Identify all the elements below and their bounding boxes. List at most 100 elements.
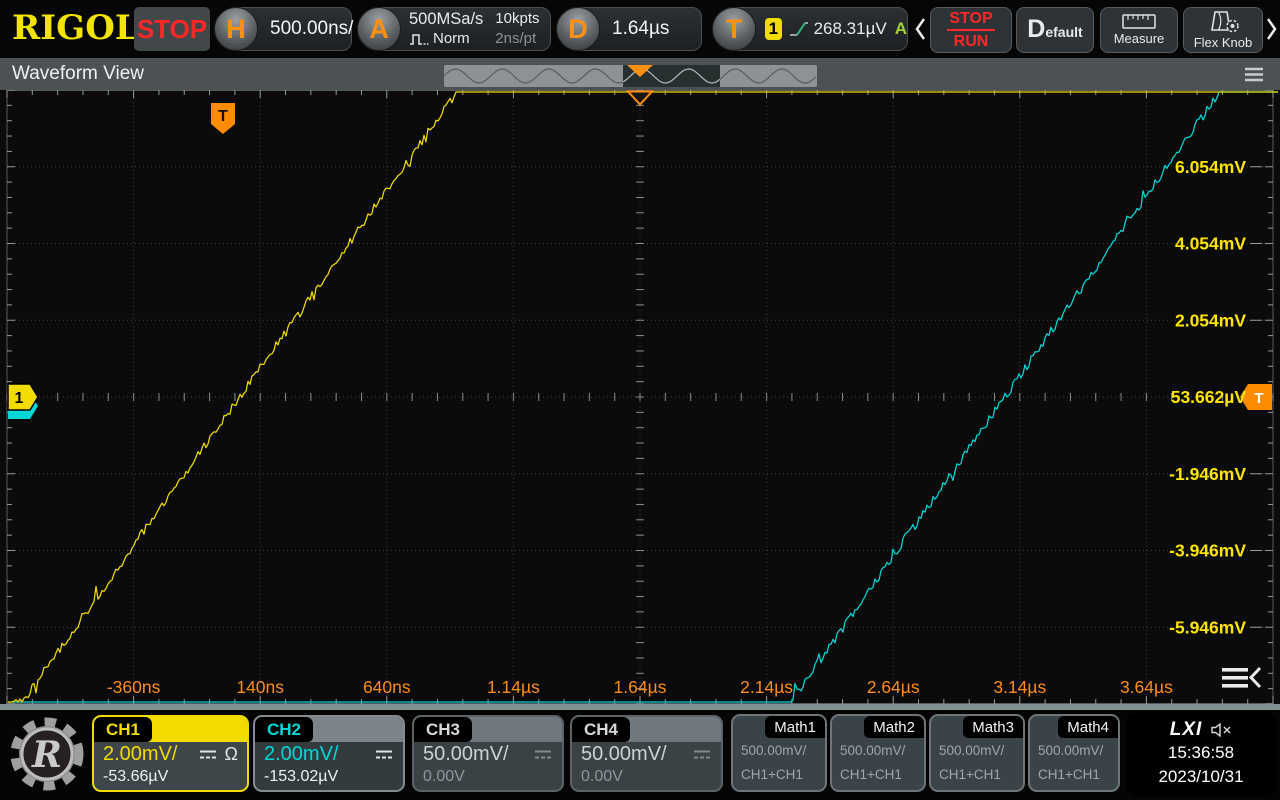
channel-card-ch1[interactable]: CH1 2.00mV/ Ω -53.66µV [92, 715, 249, 792]
math3-scale-value: 500.00mV/ [939, 739, 1015, 763]
channel-card-ch4[interactable]: CH4 50.00mV/ 0.00V [570, 715, 723, 792]
horizontal-scale-pill[interactable]: H 500.00ns/ [214, 7, 352, 51]
ch3-offset-value: 0.00V [423, 768, 553, 786]
horizontal-delay-pill[interactable]: D 1.64µs [556, 7, 702, 51]
math4-tab[interactable]: Math4 [1058, 716, 1118, 738]
svg-text:1.14µs: 1.14µs [487, 677, 540, 697]
acquire-key-icon[interactable]: A [357, 7, 401, 51]
svg-text:T: T [1254, 390, 1263, 407]
waveform-plot-area[interactable]: T 1 T -360ns140ns640ns1.14µs1.64µs2.14µs… [0, 90, 1280, 704]
knob-icon [1205, 10, 1241, 33]
default-button[interactable]: Default [1016, 7, 1094, 53]
flex-knob-button[interactable]: Flex Knob [1183, 7, 1263, 53]
acquire-settings-pill[interactable]: A 500MSa/s Norm 10kpts 2ns/pt [357, 7, 551, 51]
svg-text:640ns: 640ns [363, 677, 411, 697]
svg-text:1: 1 [15, 390, 24, 407]
horizontal-key-icon[interactable]: H [214, 7, 258, 51]
math2-tab[interactable]: Math2 [864, 716, 924, 738]
expand-menu-icon[interactable] [1222, 668, 1260, 688]
svg-text:2.14µs: 2.14µs [740, 677, 793, 697]
dc-coupling-icon [374, 749, 394, 760]
ch3-tab[interactable]: CH3 [414, 717, 472, 742]
impedance-icon: Ω [225, 744, 238, 765]
ch2-offset-value: -153.02µV [264, 768, 394, 786]
math2-scale-value: 500.00mV/ [840, 739, 916, 763]
svg-text:-360ns: -360ns [107, 677, 161, 697]
grid-layer [7, 90, 1273, 704]
rigol-gear-logo-button[interactable]: R [8, 713, 86, 795]
rising-edge-icon [788, 18, 808, 40]
trigger-settings-pill[interactable]: T 1 268.31µV A [712, 7, 908, 51]
svg-text:-5.946mV: -5.946mV [1169, 617, 1246, 637]
trigger-delay-marker[interactable] [628, 92, 652, 105]
acquisition-status-badge: STOP [134, 7, 210, 51]
lxi-logo: LXI [1170, 719, 1203, 741]
svg-text:-1.946mV: -1.946mV [1169, 464, 1246, 484]
svg-text:53.662µV: 53.662µV [1171, 387, 1247, 407]
waveform-view-titlebar: Waveform View [0, 58, 1280, 90]
memory-overview-strip[interactable] [444, 65, 817, 87]
measure-button[interactable]: Measure [1100, 7, 1178, 53]
math1-expression: CH1+CH1 [741, 763, 817, 787]
svg-text:140ns: 140ns [236, 677, 284, 697]
delay-key-icon[interactable]: D [556, 7, 600, 51]
next-page-icon[interactable] [1266, 16, 1278, 42]
math4-scale-value: 500.00mV/ [1038, 739, 1110, 763]
math-card-math4[interactable]: Math4 500.00mV/ CH1+CH1 [1028, 714, 1120, 792]
math-card-math2[interactable]: Math2 500.00mV/ CH1+CH1 [830, 714, 926, 792]
math3-tab[interactable]: Math3 [963, 716, 1023, 738]
svg-text:-3.946mV: -3.946mV [1169, 541, 1246, 561]
math4-expression: CH1+CH1 [1038, 763, 1110, 787]
trigger-key-icon[interactable]: T [712, 7, 756, 51]
channel-card-ch3[interactable]: CH3 50.00mV/ 0.00V [412, 715, 564, 792]
math2-expression: CH1+CH1 [840, 763, 916, 787]
math-card-math1[interactable]: Math1 500.00mV/ CH1+CH1 [731, 714, 827, 792]
stop-run-button[interactable]: STOP RUN [930, 7, 1012, 53]
svg-text:3.14µs: 3.14µs [993, 677, 1046, 697]
waveform-view-title: Waveform View [12, 58, 144, 90]
delay-value: 1.64µs [612, 18, 669, 40]
math1-scale-value: 500.00mV/ [741, 739, 817, 763]
ch1-tab[interactable]: CH1 [94, 717, 152, 742]
trigger-position-flag[interactable]: T [211, 103, 235, 134]
memory-depth-value: 10kpts [495, 9, 539, 29]
dc-coupling-icon [692, 749, 712, 760]
system-status-panel[interactable]: LXI 15:36:58 2023/10/31 [1126, 712, 1276, 796]
sample-interval-value: 2ns/pt [495, 29, 539, 49]
trigger-source-badge: 1 [765, 18, 782, 40]
graticule-svg: T 1 T -360ns140ns640ns1.14µs1.64µs2.14µs… [0, 90, 1280, 704]
top-toolbar: RIGOL STOP H 500.00ns/ A 500MSa/s Norm 1… [0, 0, 1280, 58]
ch1-scale-value: 2.00mV/ [103, 743, 177, 766]
math3-expression: CH1+CH1 [939, 763, 1015, 787]
axis-label-layer: -360ns140ns640ns1.14µs1.64µs2.14µs2.64µs… [107, 157, 1246, 697]
ruler-icon [1122, 14, 1156, 29]
math1-tab[interactable]: Math1 [765, 716, 825, 738]
ch2-tab[interactable]: CH2 [255, 717, 313, 742]
ch4-scale-value: 50.00mV/ [581, 743, 667, 766]
svg-text:4.054mV: 4.054mV [1175, 234, 1246, 254]
dc-coupling-icon [198, 749, 218, 760]
ch2-scale-value: 2.00mV/ [264, 743, 338, 766]
ch4-offset-value: 0.00V [581, 768, 712, 786]
trigger-sweep-mode: A [895, 19, 907, 39]
trigger-level-value: 268.31µV [814, 19, 887, 39]
mute-icon[interactable] [1210, 722, 1232, 738]
svg-text:2.054mV: 2.054mV [1175, 310, 1246, 330]
acquire-mode-value: Norm [433, 30, 470, 49]
pulse-icon [409, 32, 429, 47]
system-time: 15:36:58 [1168, 742, 1234, 765]
ch4-tab[interactable]: CH4 [572, 717, 630, 742]
ch3-scale-value: 50.00mV/ [423, 743, 509, 766]
svg-text:2.64µs: 2.64µs [867, 677, 920, 697]
svg-text:R: R [31, 734, 62, 776]
dc-coupling-icon [533, 749, 553, 760]
prev-page-icon[interactable] [914, 16, 926, 42]
math-card-math3[interactable]: Math3 500.00mV/ CH1+CH1 [929, 714, 1025, 792]
horizontal-scale-value: 500.00ns/ [270, 18, 353, 40]
svg-text:6.054mV: 6.054mV [1175, 157, 1246, 177]
channel-card-ch2[interactable]: CH2 2.00mV/ -153.02µV [253, 715, 405, 792]
bottom-statusbar: R CH1 2.00mV/ Ω -53.66µV [0, 710, 1280, 800]
hamburger-menu-icon[interactable] [1244, 67, 1264, 82]
system-date: 2023/10/31 [1158, 766, 1243, 789]
rigol-logo: RIGOL [12, 8, 139, 48]
